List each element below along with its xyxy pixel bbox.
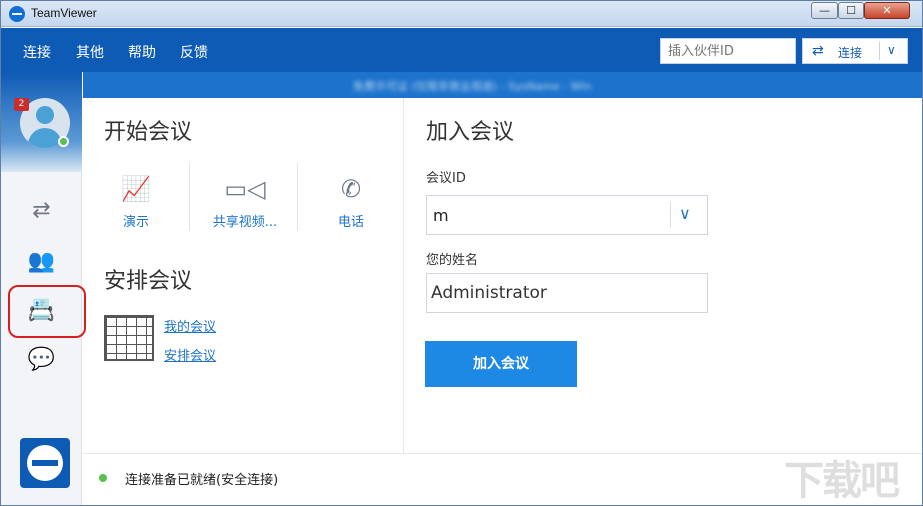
chevron-down-icon[interactable]: ∨ bbox=[887, 43, 896, 57]
action-divider bbox=[189, 163, 190, 231]
teamviewer-logo-icon[interactable] bbox=[20, 438, 70, 488]
title-bar: TeamViewer — ☐ ✕ bbox=[1, 1, 922, 27]
connect-divider bbox=[879, 42, 880, 60]
your-name-input[interactable] bbox=[426, 273, 708, 313]
status-text: 连接准备已就绪(安全连接) bbox=[125, 473, 279, 488]
menu-help[interactable]: 帮助 bbox=[128, 42, 156, 62]
teamviewer-app-icon bbox=[9, 6, 25, 22]
action-divider bbox=[297, 163, 298, 231]
meeting-icon[interactable]: 👥 bbox=[1, 242, 82, 282]
menu-bar: 连接 其他 帮助 反馈 ⇄ 连接 ∨ bbox=[1, 28, 922, 72]
connect-label: 连接 bbox=[838, 46, 863, 60]
share-video-action[interactable]: ▭◁ 共享视频... bbox=[206, 173, 284, 235]
chevron-down-icon[interactable]: ∨ bbox=[679, 204, 691, 223]
meeting-id-combobox[interactable]: m ∨ bbox=[426, 195, 708, 235]
schedule-meeting-heading: 安排会议 bbox=[104, 269, 193, 294]
meeting-id-value[interactable]: m bbox=[433, 206, 449, 225]
meeting-id-label: 会议ID bbox=[426, 171, 466, 186]
license-info-strip: 免费许可证 (仅限非商业用途) - SysName - Win bbox=[83, 72, 922, 98]
window-title: TeamViewer bbox=[31, 6, 97, 20]
contacts-highlight-annotation bbox=[8, 285, 86, 338]
my-meetings-link[interactable]: 我的会议 bbox=[164, 316, 216, 335]
menu-other[interactable]: 其他 bbox=[76, 42, 104, 62]
join-meeting-button[interactable]: 加入会议 bbox=[425, 341, 577, 387]
connect-arrows-icon: ⇄ bbox=[812, 43, 824, 59]
close-button[interactable]: ✕ bbox=[864, 2, 910, 19]
license-info-text: 免费许可证 (仅限非商业用途) - SysName - Win bbox=[353, 80, 592, 93]
remote-control-icon[interactable]: ⇄ bbox=[1, 191, 82, 231]
maximize-button[interactable]: ☐ bbox=[838, 2, 864, 19]
profile-area: 2 bbox=[1, 72, 82, 172]
phone-label: 电话 bbox=[337, 215, 364, 230]
menu-feedback[interactable]: 反馈 bbox=[180, 42, 208, 62]
partner-id-input[interactable] bbox=[660, 38, 796, 64]
your-name-label: 您的姓名 bbox=[426, 253, 479, 268]
panel-divider bbox=[403, 98, 404, 453]
join-meeting-heading: 加入会议 bbox=[426, 120, 515, 145]
menu-connect[interactable]: 连接 bbox=[23, 42, 51, 62]
connect-button[interactable]: ⇄ 连接 ∨ bbox=[802, 38, 908, 64]
notification-badge: 2 bbox=[14, 98, 29, 111]
chat-icon[interactable]: 💬 bbox=[1, 340, 82, 380]
phone-action[interactable]: ✆ 电话 bbox=[316, 173, 386, 235]
presentation-label: 演示 bbox=[122, 215, 149, 230]
combobox-divider bbox=[670, 202, 671, 228]
calendar-icon bbox=[104, 315, 154, 361]
presentation-icon: 📈 bbox=[121, 175, 151, 203]
phone-icon: ✆ bbox=[340, 175, 362, 203]
status-indicator-icon bbox=[99, 474, 107, 482]
schedule-meeting-link[interactable]: 安排会议 bbox=[164, 345, 216, 364]
presentation-action[interactable]: 📈 演示 bbox=[101, 173, 171, 235]
share-video-label: 共享视频... bbox=[212, 215, 278, 230]
teamviewer-window: TeamViewer — ☐ ✕ 连接 其他 帮助 反馈 ⇄ 连接 ∨ 2 ⇄ … bbox=[0, 0, 923, 506]
start-meeting-heading: 开始会议 bbox=[104, 120, 193, 145]
left-sidebar: 2 ⇄ 👥 📇 💬 bbox=[1, 72, 86, 505]
online-status-icon bbox=[58, 136, 69, 147]
video-icon: ▭◁ bbox=[224, 175, 266, 203]
watermark: 下载吧 bbox=[784, 458, 900, 504]
minimize-button[interactable]: — bbox=[811, 2, 838, 19]
